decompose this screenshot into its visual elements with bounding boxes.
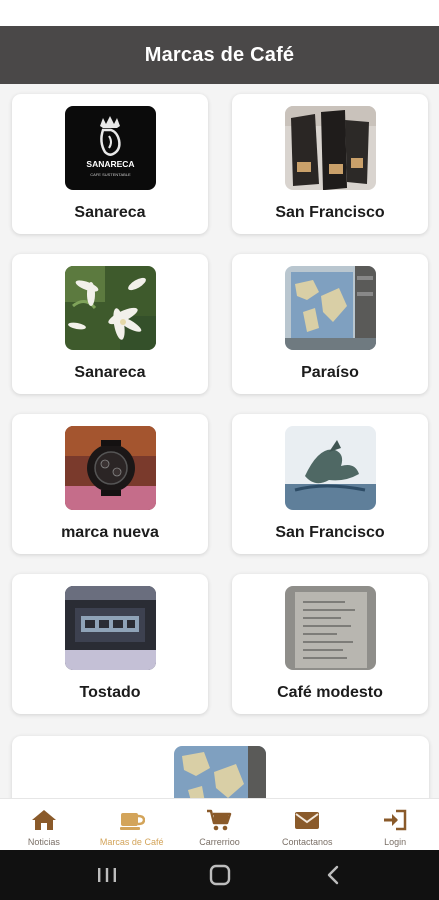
- nav-label: Contactanos: [282, 837, 333, 847]
- brand-name: San Francisco: [275, 524, 385, 541]
- envelope-icon: [293, 807, 321, 833]
- login-icon: [381, 807, 409, 833]
- brand-card[interactable]: Paraíso: [232, 254, 428, 394]
- back-chevron-icon: [327, 865, 338, 885]
- nav-item-carrito[interactable]: Carrerrioo: [176, 799, 264, 850]
- brand-card[interactable]: Tostado: [12, 574, 208, 714]
- logo-main-text: SANARECA: [86, 159, 134, 169]
- brand-card[interactable]: Café modesto: [232, 574, 428, 714]
- brand-card[interactable]: San Francisco: [232, 414, 428, 554]
- system-navigation-bar: [0, 850, 439, 900]
- brand-card[interactable]: SANARECA CAFE SUSTENTABLE Sanareca: [12, 94, 208, 234]
- bottom-navigation: Noticias Marcas de Café Carrerrioo Conta…: [0, 798, 439, 850]
- nav-item-login[interactable]: Login: [351, 799, 439, 850]
- brand-photo-image: [285, 106, 376, 190]
- home-square-icon: [209, 864, 230, 886]
- brand-name: marca nueva: [61, 524, 159, 541]
- brand-photo-image: [174, 746, 266, 798]
- brand-card[interactable]: marca nueva: [12, 414, 208, 554]
- home-button[interactable]: [200, 860, 240, 890]
- brand-name: Tostado: [79, 684, 141, 701]
- brand-photo-image: [285, 586, 376, 670]
- brand-name: San Francisco: [275, 204, 385, 221]
- nav-label: Marcas de Café: [99, 837, 164, 847]
- nav-item-marcas-de-cafe[interactable]: Marcas de Café: [88, 799, 176, 850]
- recent-apps-icon: [97, 868, 116, 882]
- recent-apps-button[interactable]: [87, 860, 127, 890]
- nav-label: Carrerrioo: [199, 837, 240, 847]
- nav-label: Noticias: [27, 837, 60, 847]
- brand-card[interactable]: San Francisco: [232, 94, 428, 234]
- brand-logo-image: SANARECA CAFE SUSTENTABLE: [65, 106, 156, 190]
- brand-name: Paraíso: [301, 364, 359, 381]
- screen: Marcas de Café SANARECA CAFE SUSTENTABLE…: [0, 0, 439, 900]
- brand-name: Sanareca: [74, 204, 146, 221]
- page-title: Marcas de Café: [144, 43, 295, 66]
- brand-card[interactable]: Sanareca: [12, 254, 208, 394]
- brand-photo-image: [285, 266, 376, 350]
- brand-name: Café modesto: [277, 684, 383, 701]
- brand-name: Sanareca: [74, 364, 146, 381]
- nav-item-contactanos[interactable]: Contactanos: [263, 799, 351, 850]
- nav-label: Login: [384, 837, 407, 847]
- brand-photo-image: [65, 266, 156, 350]
- brand-card[interactable]: [12, 736, 429, 798]
- home-icon: [30, 807, 58, 833]
- brand-grid[interactable]: SANARECA CAFE SUSTENTABLE Sanareca San F…: [0, 84, 439, 798]
- app-bar: Marcas de Café: [0, 26, 439, 84]
- nav-item-noticias[interactable]: Noticias: [0, 799, 88, 850]
- back-button[interactable]: [313, 860, 353, 890]
- brand-photo-image: [65, 426, 156, 510]
- status-bar: [0, 0, 439, 26]
- brand-photo-image: [285, 426, 376, 510]
- brand-photo-image: [65, 586, 156, 670]
- coffee-cup-icon: [118, 807, 146, 833]
- logo-sub-text: CAFE SUSTENTABLE: [90, 172, 131, 177]
- cart-icon: [205, 807, 233, 833]
